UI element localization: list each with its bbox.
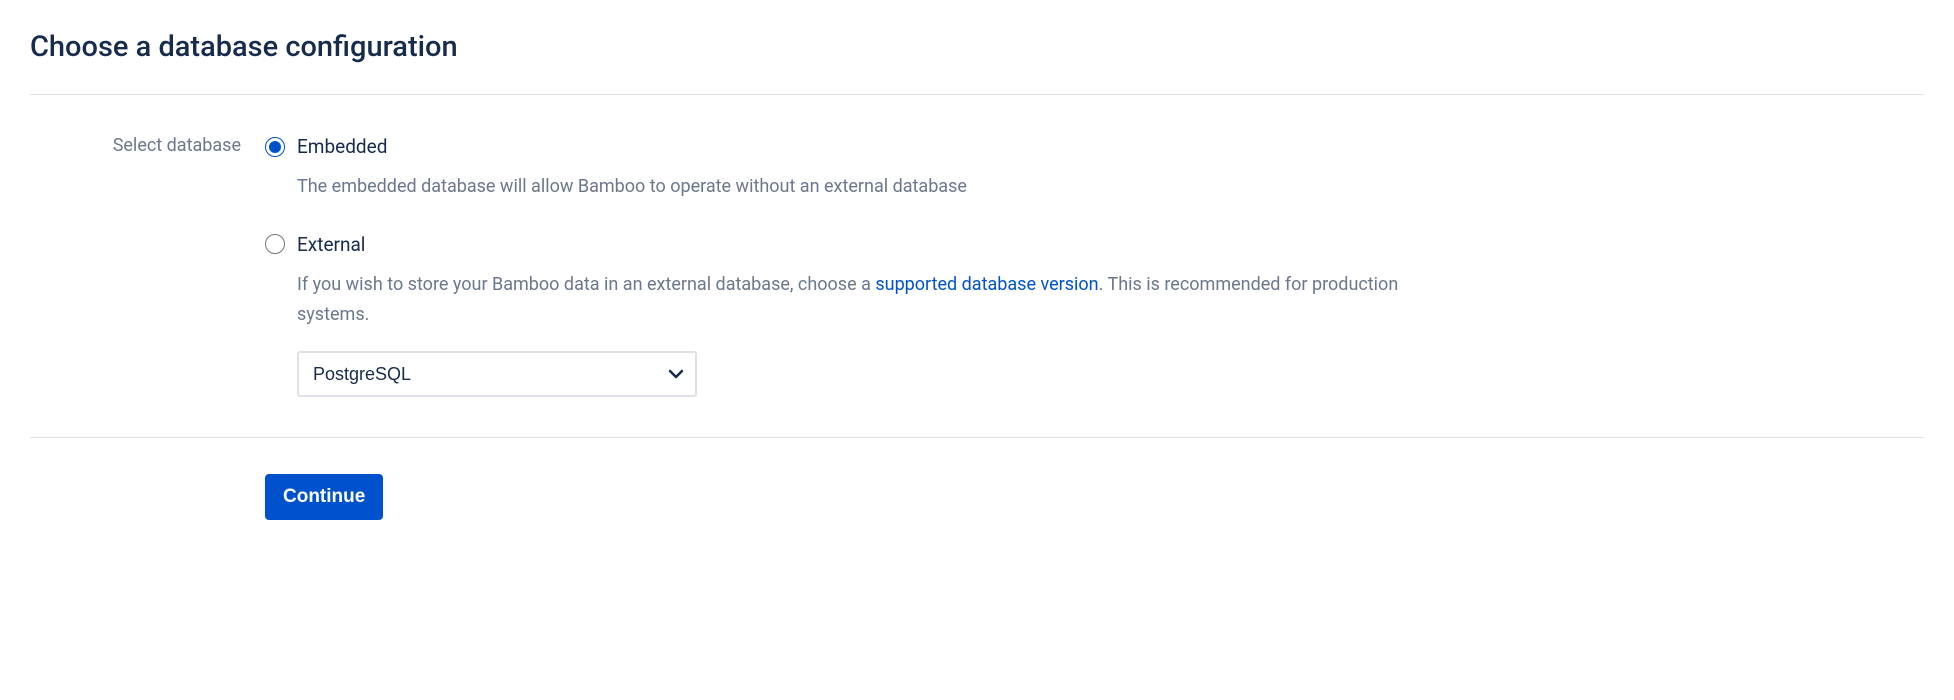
- db-select-wrapper: PostgreSQL: [297, 351, 697, 397]
- select-database-label: Select database: [30, 135, 265, 156]
- form-section: Select database Embedded The embedded da…: [30, 95, 1924, 437]
- radio-option-external: External If you wish to store your Bambo…: [265, 233, 1465, 397]
- radio-external-label[interactable]: External: [297, 233, 365, 256]
- radio-line-external: External: [265, 233, 1465, 256]
- database-type-select[interactable]: PostgreSQL: [297, 351, 697, 397]
- radio-embedded[interactable]: [265, 137, 285, 157]
- radio-option-embedded: Embedded The embedded database will allo…: [265, 135, 1465, 203]
- continue-button[interactable]: Continue: [265, 474, 383, 520]
- form-row: Select database Embedded The embedded da…: [30, 135, 1924, 397]
- external-desc-pre: If you wish to store your Bamboo data in…: [297, 274, 875, 295]
- supported-database-link[interactable]: supported database version: [875, 274, 1098, 295]
- button-row: Continue: [30, 438, 1924, 520]
- radio-line-embedded: Embedded: [265, 135, 1465, 158]
- field-content: Embedded The embedded database will allo…: [265, 135, 1465, 397]
- radio-external[interactable]: [265, 234, 285, 254]
- radio-embedded-label[interactable]: Embedded: [297, 135, 387, 158]
- radio-external-description: If you wish to store your Bamboo data in…: [297, 270, 1465, 331]
- page-title: Choose a database configuration: [30, 30, 1924, 64]
- radio-embedded-description: The embedded database will allow Bamboo …: [297, 172, 1465, 203]
